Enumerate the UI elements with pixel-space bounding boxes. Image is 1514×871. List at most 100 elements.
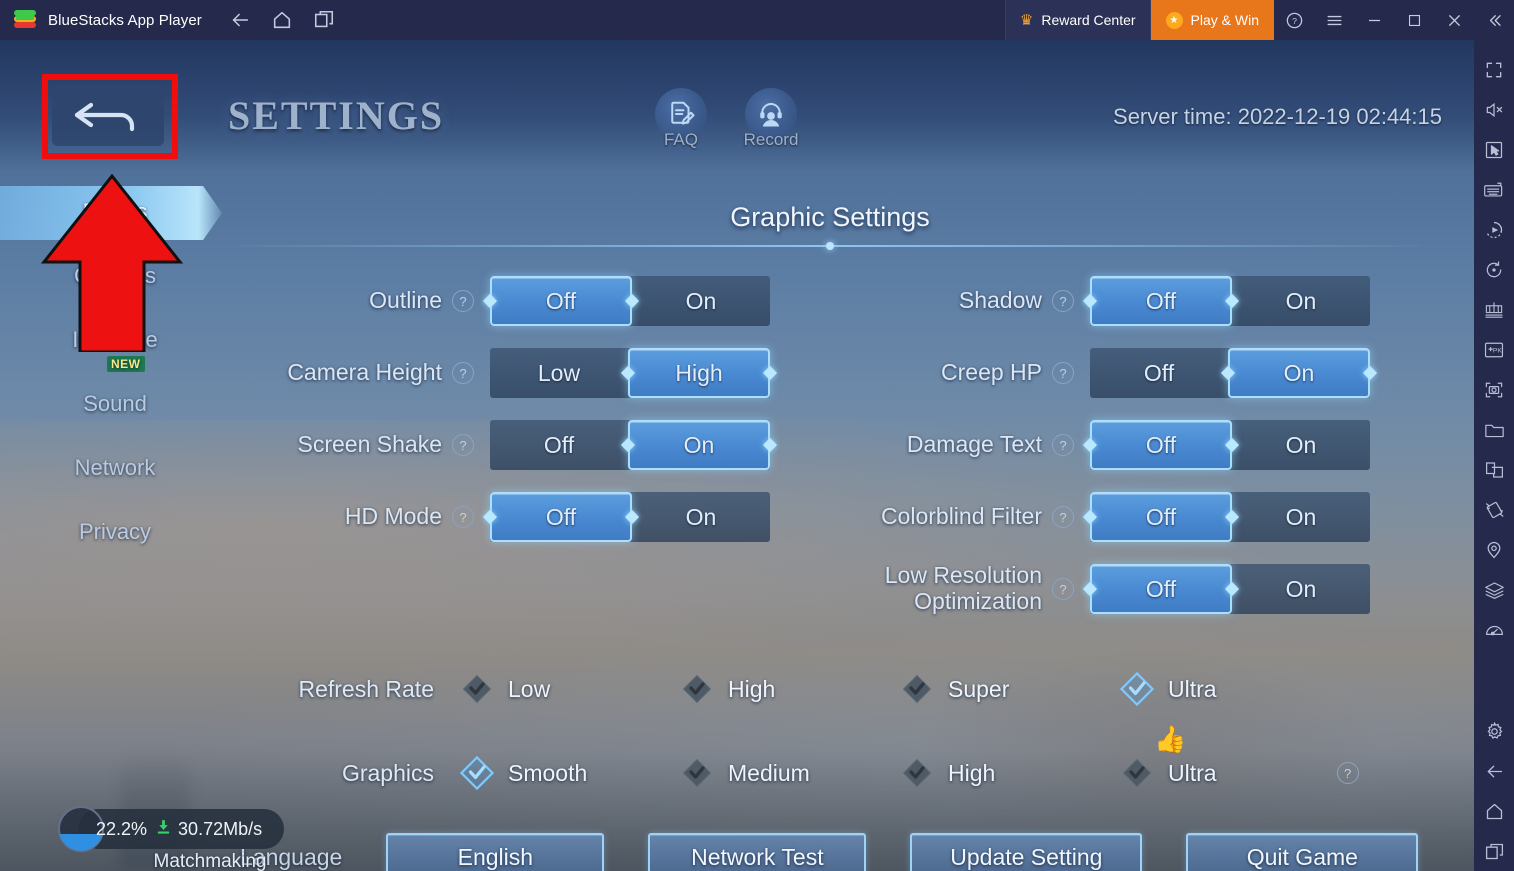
toggle-option-off[interactable]: Off (1090, 492, 1232, 542)
graphics-option-medium[interactable]: Medium (680, 756, 900, 790)
toggle-option-off[interactable]: Off (1090, 564, 1232, 614)
quit-game-button[interactable]: Quit Game (1186, 833, 1419, 871)
recommended-thumbs-up-icon: 👍 (1154, 724, 1187, 754)
shake-icon[interactable] (1474, 490, 1514, 530)
faq-button[interactable]: FAQ (650, 88, 712, 150)
help-icon[interactable]: ? (1052, 290, 1074, 312)
diamond-check-icon (680, 756, 714, 790)
refresh-rate-option-ultra[interactable]: Ultra (1119, 671, 1217, 707)
home-icon[interactable] (270, 8, 294, 32)
multi-instance-manager-icon[interactable] (1474, 290, 1514, 330)
help-icon[interactable]: ? (1336, 762, 1359, 784)
play-and-win-button[interactable]: ★ Play & Win (1150, 0, 1274, 40)
help-icon[interactable]: ? (1274, 0, 1314, 40)
toggle-option-high[interactable]: High (628, 348, 770, 398)
update-setting-button[interactable]: Update Setting (910, 833, 1143, 871)
back-arrow-icon[interactable] (228, 8, 252, 32)
toggle-option-off[interactable]: Off (490, 492, 632, 542)
menu-icon[interactable] (1314, 0, 1354, 40)
graphics-option-smooth[interactable]: Smooth (459, 755, 680, 791)
toggle-option-on[interactable]: On (632, 492, 770, 542)
refresh-rate-option-high[interactable]: High (680, 672, 900, 706)
setting-row-outline: Outline ? Off On (240, 265, 770, 337)
multi-instance-icon[interactable] (312, 8, 336, 32)
help-icon[interactable]: ? (452, 434, 474, 456)
nav-tab-basics[interactable]: Basics (0, 180, 230, 244)
option-label: Super (948, 675, 1010, 702)
toggle-option-on[interactable]: On (1232, 276, 1370, 326)
toggle-damage-text[interactable]: Off On (1090, 420, 1370, 470)
nav-tab-label: Privacy (78, 519, 152, 544)
toggle-option-on[interactable]: On (1232, 564, 1370, 614)
help-icon[interactable]: ? (452, 362, 474, 384)
help-icon[interactable]: ? (1052, 578, 1074, 600)
reward-center-label: Reward Center (1041, 12, 1136, 28)
toggle-option-on[interactable]: On (1232, 492, 1370, 542)
setting-row-hd-mode: HD Mode ? Off On (240, 481, 770, 553)
server-time: Server time: 2022-12-19 02:44:15 (1113, 104, 1442, 129)
pointer-icon[interactable] (1474, 130, 1514, 170)
nav-tab-controls[interactable]: Controls (0, 244, 230, 308)
toggle-option-low[interactable]: Low (490, 348, 628, 398)
help-icon[interactable]: ? (1052, 506, 1074, 528)
download-caption: Matchmaking Resources (153, 851, 267, 871)
refresh-rate-option-low[interactable]: Low (460, 672, 680, 706)
settings-back-button[interactable] (52, 84, 164, 146)
macro-recorder-icon[interactable] (1474, 210, 1514, 250)
toggle-option-on[interactable]: On (1232, 420, 1370, 470)
toggle-hd-mode[interactable]: Off On (490, 492, 770, 542)
graphics-option-high[interactable]: High (900, 756, 1120, 790)
nav-tab-label: Basics (82, 199, 148, 224)
toggle-outline[interactable]: Off On (490, 276, 770, 326)
refresh-rate-option-super[interactable]: Super (900, 672, 1120, 706)
location-icon[interactable] (1474, 530, 1514, 570)
toggle-creep-hp[interactable]: Off On (1090, 348, 1370, 398)
close-icon[interactable] (1434, 0, 1474, 40)
help-icon[interactable]: ? (452, 290, 474, 312)
reward-center-button[interactable]: ♛ Reward Center (1004, 0, 1151, 40)
help-icon[interactable]: ? (452, 506, 474, 528)
toggle-option-off[interactable]: Off (490, 276, 632, 326)
install-apk-icon[interactable]: PK (1474, 330, 1514, 370)
toggle-low-resolution-optimization[interactable]: Off On (1090, 564, 1370, 614)
layers-icon[interactable] (1474, 570, 1514, 610)
fullscreen-icon[interactable] (1474, 50, 1514, 90)
minimize-icon[interactable] (1354, 0, 1394, 40)
home-icon[interactable] (1474, 791, 1514, 831)
mute-icon[interactable] (1474, 90, 1514, 130)
performance-icon[interactable] (1474, 610, 1514, 650)
recents-icon[interactable] (1474, 831, 1514, 871)
nav-tab-network[interactable]: Network (0, 436, 230, 500)
record-button[interactable]: Record (740, 88, 802, 150)
toggle-option-off[interactable]: Off (1090, 348, 1228, 398)
toggle-shadow[interactable]: Off On (1090, 276, 1370, 326)
language-button[interactable]: English (386, 833, 605, 871)
maximize-icon[interactable] (1394, 0, 1434, 40)
copy-to-window-icon[interactable] (1474, 450, 1514, 490)
graphics-option-ultra[interactable]: 👍 Ultra (1120, 724, 1217, 790)
toggle-option-off[interactable]: Off (1090, 276, 1232, 326)
diamond-check-icon (680, 672, 714, 706)
help-icon[interactable]: ? (1052, 434, 1074, 456)
toggle-option-on[interactable]: On (1228, 348, 1370, 398)
toggle-screen-shake[interactable]: Off On (490, 420, 770, 470)
network-test-button[interactable]: Network Test (648, 833, 867, 871)
rotate-icon[interactable] (1474, 250, 1514, 290)
screenshot-icon[interactable] (1474, 370, 1514, 410)
collapse-icon[interactable] (1474, 0, 1514, 40)
back-icon[interactable] (1474, 751, 1514, 791)
toggle-option-on[interactable]: On (628, 420, 770, 470)
keyboard-controls-icon[interactable] (1474, 170, 1514, 210)
media-folder-icon[interactable] (1474, 410, 1514, 450)
nav-tab-sound[interactable]: Sound NEW (0, 356, 230, 436)
toggle-option-off[interactable]: Off (490, 420, 628, 470)
toggle-colorblind-filter[interactable]: Off On (1090, 492, 1370, 542)
toggle-option-off[interactable]: Off (1090, 420, 1232, 470)
toggle-option-on[interactable]: On (632, 276, 770, 326)
help-icon[interactable]: ? (1052, 362, 1074, 384)
nav-tab-privacy[interactable]: Privacy (0, 500, 230, 564)
settings-gear-icon[interactable] (1474, 711, 1514, 751)
setting-row-shadow: Shadow ? Off On (840, 265, 1370, 337)
settings-nav-tabs: Basics Controls Interface Sound NEW Netw… (0, 180, 230, 564)
toggle-camera-height[interactable]: Low High (490, 348, 770, 398)
